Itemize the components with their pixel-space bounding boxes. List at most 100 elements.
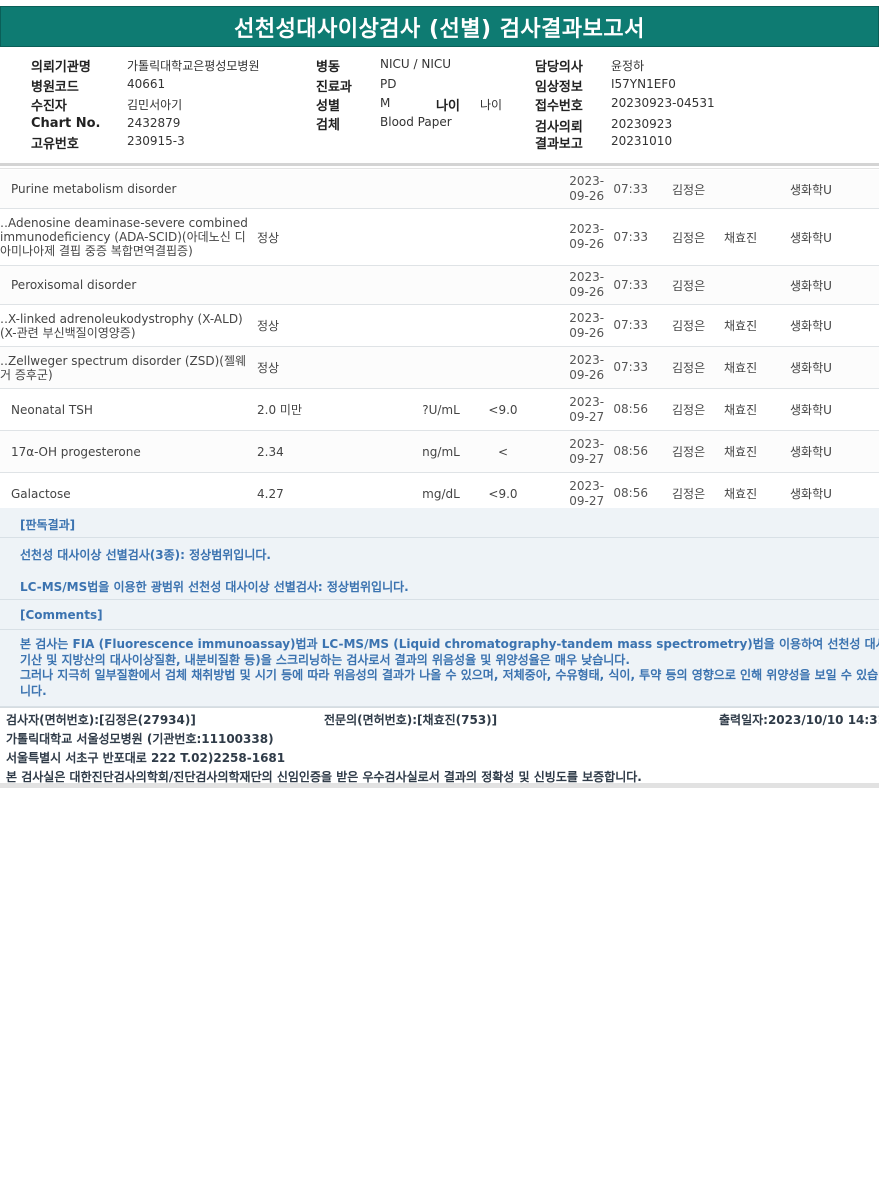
- ward-label: 병동: [316, 60, 340, 75]
- unique-no-label: 고유번호: [31, 137, 79, 152]
- doctor-value: 윤정하: [611, 59, 645, 73]
- test-unit: ng/mL: [422, 444, 460, 459]
- clinical-info-value: I57YN1EF0: [611, 77, 676, 91]
- interpretation-header: [판독결과]: [20, 518, 76, 532]
- test-result: 정상: [257, 319, 280, 333]
- patient-info-section: 의뢰기관명 가톨릭대학교은평성모병원 병원코드 40661 수진자 김민서아기 …: [0, 47, 879, 165]
- result-row: 17α-OH progesterone 2.34 ng/mL < 2023-09…: [0, 431, 879, 473]
- test-date: 2023-09-26: [569, 174, 605, 203]
- comment-line: 기산 및 지방산의 대사이상질환, 내분비질환 등)을 스크리닝하는 검사로서 …: [20, 652, 630, 667]
- test-name: 17α-OH progesterone: [11, 444, 141, 459]
- section-divider: [0, 163, 879, 166]
- test-datetime: 2023-09-26 07:33: [560, 170, 648, 208]
- test-time: 07:33: [613, 181, 648, 196]
- examiner-name: 김정은: [672, 278, 706, 293]
- test-name: ‥Zellweger spectrum disorder (ZSD)(젤웨거 증…: [0, 353, 247, 382]
- test-date: 2023-09-26: [569, 270, 605, 299]
- test-time: 07:33: [613, 229, 648, 244]
- interpretation-line: 선천성 대사이상 선별검사(3종): 정상범위입니다.: [20, 548, 271, 562]
- interpretation-header-row: [판독결과]: [0, 508, 879, 538]
- test-unit: ?U/mL: [422, 402, 460, 417]
- institution-value: 가톨릭대학교은평성모병원: [127, 59, 260, 73]
- hospital-code-label: 병원코드: [31, 80, 79, 95]
- test-result: 정상: [257, 361, 280, 375]
- interpretation-result-block: 선천성 대사이상 선별검사(3종): 정상범위입니다. LC-MS/MS법을 이…: [0, 538, 879, 600]
- lab-department: 생화학U: [790, 361, 832, 375]
- test-time: 07:33: [613, 360, 648, 374]
- verifier-name: 채효진: [724, 361, 758, 375]
- examiner-name: 김정은: [672, 319, 706, 333]
- sex-value: M: [380, 96, 391, 110]
- result-row: Purine metabolism disorder 2023-09-26 07:…: [0, 170, 879, 209]
- test-date: 2023-09-27: [569, 394, 605, 424]
- verifier-name: 채효진: [724, 230, 758, 245]
- result-row: ‥X-linked adrenoleukodystrophy (X-ALD)(X…: [0, 305, 879, 347]
- receipt-no-value: 20230923-04531: [611, 96, 715, 110]
- test-result: 2.0 미만: [257, 403, 302, 417]
- comments-header: [Comments]: [20, 608, 103, 622]
- comments-header-row: [Comments]: [0, 600, 879, 630]
- report-title: 선천성대사이상검사 (선별) 검사결과보고서: [0, 6, 879, 47]
- test-datetime: 2023-09-26 07:33: [560, 305, 648, 346]
- test-date: 2023-09-27: [569, 478, 605, 508]
- specimen-label: 검체: [316, 118, 340, 133]
- hospital-name: 가톨릭대학교 서울성모병원 (기관번호:11100338): [6, 732, 274, 746]
- result-row: Peroxisomal disorder 2023-09-26 07:33 김정은…: [0, 266, 879, 305]
- examiner-name: 김정은: [672, 230, 706, 245]
- doctor-label: 담당의사: [535, 60, 583, 75]
- verifier-name: 채효진: [724, 319, 758, 333]
- test-time: 07:33: [613, 318, 648, 332]
- test-name: Purine metabolism disorder: [11, 182, 177, 196]
- sex-label: 성별: [316, 99, 340, 114]
- patient-label: 수진자: [31, 99, 67, 114]
- test-name: Peroxisomal disorder: [11, 278, 137, 292]
- lab-department: 생화학U: [790, 445, 832, 459]
- lab-department: 생화학U: [790, 230, 832, 245]
- specimen-value: Blood Paper: [380, 115, 452, 129]
- print-datetime: 출력일자:2023/10/10 14:31 오후: [719, 713, 879, 727]
- comments-block: 본 검사는 FIA (Fluorescence immunoassay)법과 L…: [0, 630, 879, 707]
- examiner-name: 김정은: [672, 182, 706, 197]
- test-time: 08:56: [613, 444, 648, 458]
- test-time: 08:56: [613, 402, 648, 416]
- test-datetime: 2023-09-26 07:33: [560, 209, 648, 265]
- test-datetime: 2023-09-27 08:56: [560, 389, 648, 430]
- lab-department: 생화학U: [790, 182, 832, 197]
- comment-line: 본 검사는 FIA (Fluorescence immunoassay)법과 L…: [20, 637, 879, 651]
- lab-department: 생화학U: [790, 319, 832, 333]
- reference-range: <9.0: [488, 402, 518, 417]
- section-divider-thin: [0, 168, 879, 169]
- institution-label: 의뢰기관명: [31, 60, 91, 75]
- test-datetime: 2023-09-26 07:33: [560, 266, 648, 304]
- lab-department: 생화학U: [790, 278, 832, 293]
- examiner-name: 김정은: [672, 403, 706, 417]
- verifier-name: 채효진: [724, 445, 758, 459]
- reference-range: <: [497, 444, 509, 459]
- report-footer: 검사자(면허번호):[김정은(27934)] 전문의(면허번호):[채효진(75…: [0, 707, 879, 784]
- test-name: Neonatal TSH: [11, 402, 93, 417]
- interpretation-line: LC-MS/MS법을 이용한 광범위 선천성 대사이상 선별검사: 정상범위입니…: [20, 580, 409, 594]
- examiner-name: 김정은: [672, 445, 706, 459]
- report-date-value: 20231010: [611, 134, 673, 148]
- hospital-code-value: 40661: [127, 77, 166, 91]
- test-date: 2023-09-27: [569, 436, 605, 466]
- test-date: 2023-09-26: [569, 222, 605, 251]
- result-row: ‥Adenosine deaminase-severe combined imm…: [0, 209, 879, 266]
- request-date-value: 20230923: [611, 117, 673, 131]
- footer-divider: [0, 783, 879, 788]
- age-label: 나이: [436, 99, 460, 114]
- result-row: Neonatal TSH 2.0 미만 ?U/mL <9.0 2023-09-2…: [0, 389, 879, 431]
- test-time: 08:56: [613, 486, 648, 500]
- receipt-no-label: 접수번호: [535, 99, 583, 114]
- comment-line: 니다.: [20, 683, 47, 698]
- test-time: 07:33: [613, 277, 648, 292]
- comments-text: 본 검사는 FIA (Fluorescence immunoassay)법과 L…: [20, 637, 879, 699]
- department-value: PD: [380, 77, 397, 91]
- test-date: 2023-09-26: [569, 310, 605, 340]
- result-row: ‥Zellweger spectrum disorder (ZSD)(젤웨거 증…: [0, 347, 879, 389]
- chart-no-value: 2432879: [127, 116, 181, 130]
- test-result: 2.34: [257, 444, 284, 459]
- ward-value: NICU / NICU: [380, 57, 452, 71]
- report-page: 선천성대사이상검사 (선별) 검사결과보고서 의뢰기관명 가톨릭대학교은평성모병…: [0, 0, 879, 1196]
- test-name: ‥X-linked adrenoleukodystrophy (X-ALD)(X…: [0, 311, 243, 340]
